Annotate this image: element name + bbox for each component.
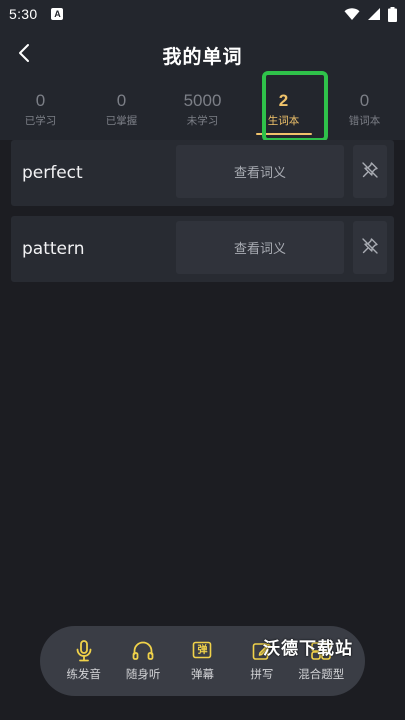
tab-count: 0 [116, 91, 127, 110]
danmaku-icon-glyph: 弹 [197, 645, 208, 656]
tab-label: 错词本 [348, 115, 381, 127]
status-time: 5:30 [9, 6, 38, 22]
dock-label: 弹幕 [190, 667, 214, 681]
word-text[interactable]: perfect [22, 163, 83, 183]
microphone-icon [73, 640, 95, 662]
tab-count: 0 [359, 91, 370, 110]
unpin-button[interactable] [353, 221, 387, 274]
wifi-icon [344, 7, 360, 21]
headphones-icon [132, 640, 154, 662]
top-bar: 我的单词 [0, 28, 405, 82]
watermark: 沃德下载站 [263, 639, 353, 659]
status-icons [344, 6, 397, 22]
tab-new-words[interactable]: 2 生词本 [243, 82, 324, 140]
danmaku-icon: 弹 [191, 640, 213, 662]
dock-item-listen[interactable]: 随身听 [115, 640, 171, 682]
dock-item-danmaku[interactable]: 弹 弹幕 [174, 640, 230, 682]
list-item: pattern 查看词义 [11, 216, 394, 282]
tab-label: 未学习 [186, 115, 219, 127]
back-button[interactable] [12, 42, 36, 68]
unpin-icon [361, 237, 379, 259]
chevron-left-icon [18, 43, 30, 67]
view-meaning-button[interactable]: 查看词义 [176, 145, 344, 198]
view-meaning-button[interactable]: 查看词义 [176, 221, 344, 274]
active-tab-indicator [255, 133, 312, 135]
tab-wrong-words[interactable]: 0 错词本 [324, 82, 405, 140]
app-notification-icon: A [51, 8, 64, 20]
dock-label: 随身听 [125, 667, 161, 681]
unpin-icon [361, 161, 379, 183]
tab-unlearned[interactable]: 5000 未学习 [162, 82, 243, 140]
tab-bar: 0 已学习 0 已掌握 5000 未学习 2 生词本 0 错词本 [0, 82, 405, 140]
tab-learned[interactable]: 0 已学习 [0, 82, 81, 140]
tab-count: 2 [278, 91, 289, 110]
signal-icon [367, 7, 381, 21]
word-list: perfect 查看词义 pattern 查看词义 [11, 140, 394, 292]
tab-mastered[interactable]: 0 已掌握 [81, 82, 162, 140]
tab-count: 5000 [183, 91, 222, 110]
status-bar: 5:30 A [0, 0, 405, 28]
tab-count: 0 [35, 91, 46, 110]
dock-item-pronunciation[interactable]: 练发音 [56, 640, 112, 682]
list-item: perfect 查看词义 [11, 140, 394, 206]
battery-icon [388, 6, 397, 22]
word-text[interactable]: pattern [22, 239, 84, 259]
tab-label: 生词本 [267, 115, 300, 127]
unpin-button[interactable] [353, 145, 387, 198]
dock-label: 拼写 [250, 667, 274, 681]
tab-label: 已掌握 [105, 115, 138, 127]
page-title: 我的单词 [162, 45, 243, 68]
tab-label: 已学习 [24, 115, 57, 127]
dock-label: 混合题型 [298, 667, 345, 681]
dock-label: 练发音 [66, 667, 101, 681]
